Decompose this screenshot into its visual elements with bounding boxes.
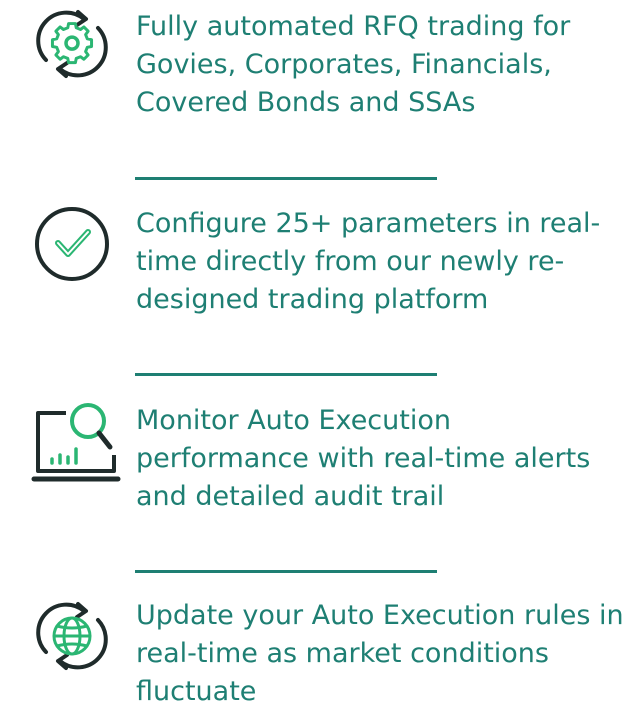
divider <box>135 570 437 573</box>
feature-text: Update your Auto Execution rules in real… <box>136 600 624 707</box>
feature-text: Configure 25+ parameters in real-time di… <box>136 208 601 315</box>
feature-text: Monitor Auto Execution performance with … <box>136 405 591 512</box>
gear-cycle-icon <box>18 0 126 90</box>
divider <box>135 373 437 376</box>
monitor-magnifier-icon <box>18 395 126 487</box>
globe-cycle-icon <box>18 590 126 682</box>
divider <box>135 177 437 180</box>
feature-text: Fully automated RFQ trading for Govies, … <box>136 11 571 118</box>
check-circle-icon <box>18 198 126 290</box>
